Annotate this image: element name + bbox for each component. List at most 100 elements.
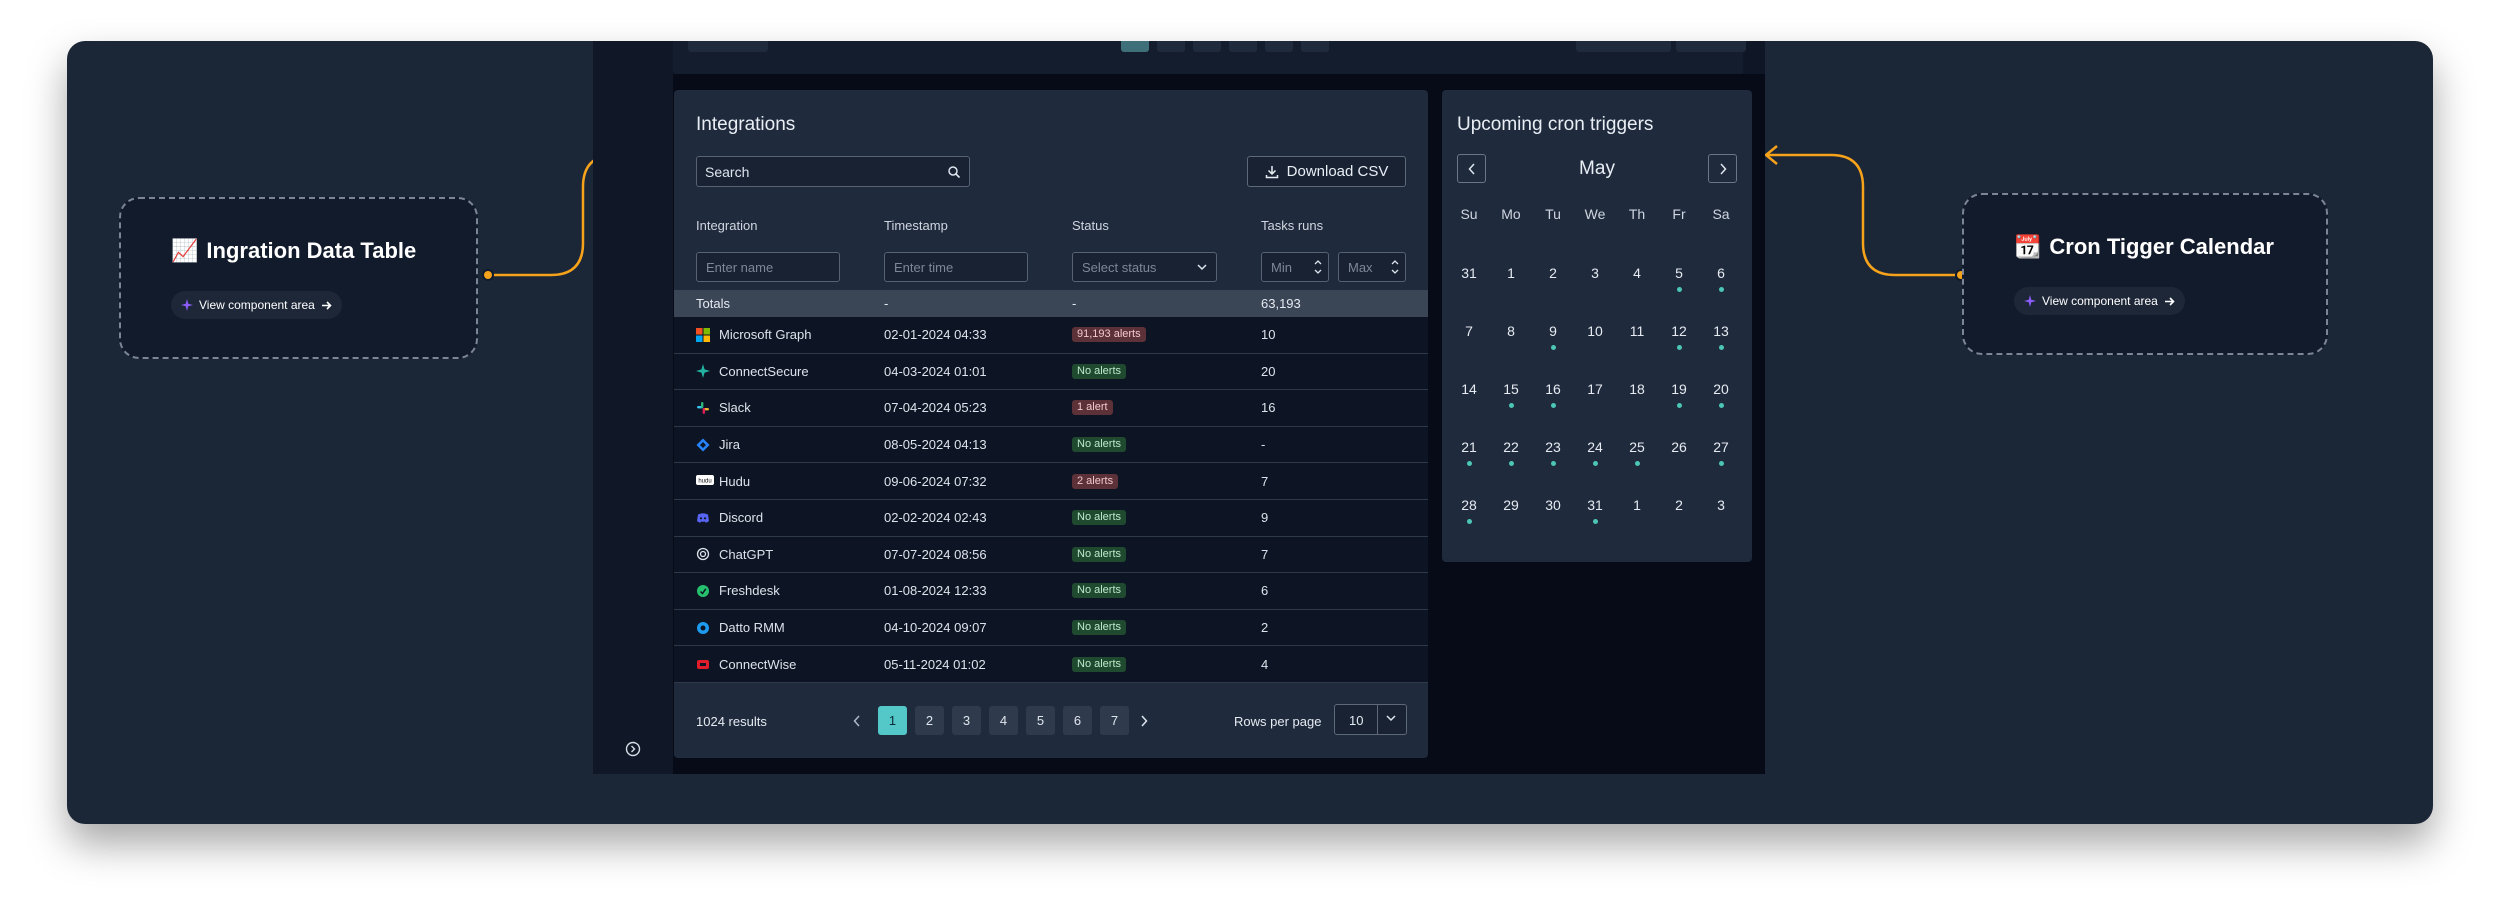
search-input[interactable] bbox=[697, 157, 937, 186]
calendar-day[interactable]: 3 bbox=[1700, 491, 1742, 531]
table-row[interactable]: Datto RMM 04-10-2024 09:07 No alerts 2 bbox=[674, 609, 1428, 647]
stepper-icon[interactable] bbox=[1389, 256, 1401, 278]
status-cell: 2 alerts bbox=[1072, 463, 1119, 499]
view-component-area-link[interactable]: View component area bbox=[2014, 287, 2185, 315]
stepper-icon[interactable] bbox=[1312, 256, 1324, 278]
column-header-timestamp[interactable]: Timestamp bbox=[884, 218, 948, 233]
cron-trigger-dot bbox=[1677, 403, 1682, 408]
column-header-integration[interactable]: Integration bbox=[696, 218, 757, 233]
next-page-button[interactable] bbox=[1134, 706, 1154, 735]
min-runs-filter[interactable] bbox=[1261, 252, 1329, 282]
time-filter[interactable] bbox=[884, 252, 1028, 282]
calendar-day-number: 29 bbox=[1503, 497, 1519, 513]
page-6-button[interactable]: 6 bbox=[1063, 706, 1092, 735]
search-field[interactable] bbox=[696, 156, 970, 187]
collapse-rail-button[interactable] bbox=[620, 736, 646, 762]
column-header-tasks-runs[interactable]: Tasks runs bbox=[1261, 218, 1323, 233]
calendar-day[interactable]: 3 bbox=[1574, 259, 1616, 299]
status-select[interactable]: Select status bbox=[1072, 252, 1217, 282]
calendar-day[interactable]: 2 bbox=[1658, 491, 1700, 531]
view-component-area-link[interactable]: View component area bbox=[171, 291, 342, 319]
table-row[interactable]: hudu Hudu 09-06-2024 07:32 2 alerts 7 bbox=[674, 463, 1428, 500]
calendar-day[interactable]: 20 bbox=[1700, 375, 1742, 415]
calendar-day-number: 31 bbox=[1461, 265, 1477, 281]
tasks-runs-cell: 10 bbox=[1261, 327, 1276, 343]
status-badge: No alerts bbox=[1072, 510, 1127, 526]
calendar-day[interactable]: 14 bbox=[1448, 375, 1490, 415]
calendar-day[interactable]: 8 bbox=[1490, 317, 1532, 357]
cron-trigger-dot bbox=[1551, 403, 1556, 408]
calendar-day[interactable]: 7 bbox=[1448, 317, 1490, 357]
time-filter-input[interactable] bbox=[885, 253, 1027, 281]
calendar-day[interactable]: 9 bbox=[1532, 317, 1574, 357]
calendar-day[interactable]: 17 bbox=[1574, 375, 1616, 415]
table-row[interactable]: ConnectSecure 04-03-2024 01:01 No alerts 20 bbox=[674, 353, 1428, 391]
calendar-day[interactable]: 31 bbox=[1448, 259, 1490, 299]
previous-page-button[interactable] bbox=[847, 706, 867, 735]
calendar-day[interactable]: 12 bbox=[1658, 317, 1700, 357]
cron-calendar-panel: Upcoming cron triggers May Su Mo Tu We Th Fr S… bbox=[1442, 90, 1752, 562]
calendar-day[interactable]: 25 bbox=[1616, 433, 1658, 473]
table-row[interactable]: ConnectWise 05-11-2024 01:02 No alerts 4 bbox=[674, 646, 1428, 683]
calendar-day[interactable]: 23 bbox=[1532, 433, 1574, 473]
calendar-day[interactable]: 31 bbox=[1574, 491, 1616, 531]
cron-trigger-dot bbox=[1719, 461, 1724, 466]
page-1-button[interactable]: 1 bbox=[878, 706, 907, 735]
calendar-day[interactable]: 1 bbox=[1490, 259, 1532, 299]
calendar-day[interactable]: 26 bbox=[1658, 433, 1700, 473]
cron-trigger-dot bbox=[1677, 287, 1682, 292]
calendar-day[interactable]: 28 bbox=[1448, 491, 1490, 531]
calendar-day[interactable]: 16 bbox=[1532, 375, 1574, 415]
cron-trigger-dot bbox=[1635, 461, 1640, 466]
cron-trigger-dot bbox=[1509, 461, 1514, 466]
max-runs-input[interactable] bbox=[1339, 253, 1389, 281]
timestamp-cell: 09-06-2024 07:32 bbox=[884, 473, 987, 489]
calendar-day[interactable]: 13 bbox=[1700, 317, 1742, 357]
max-runs-filter[interactable] bbox=[1338, 252, 1406, 282]
next-month-button[interactable] bbox=[1708, 154, 1737, 183]
calendar-day[interactable]: 27 bbox=[1700, 433, 1742, 473]
calendar-day-number: 23 bbox=[1545, 439, 1561, 455]
calendar-day[interactable]: 22 bbox=[1490, 433, 1532, 473]
page-4-button[interactable]: 4 bbox=[989, 706, 1018, 735]
timestamp-cell: 07-04-2024 05:23 bbox=[884, 400, 987, 416]
totals-status: - bbox=[1072, 296, 1077, 311]
calendar-day[interactable]: 2 bbox=[1532, 259, 1574, 299]
calendar-day[interactable]: 24 bbox=[1574, 433, 1616, 473]
table-row[interactable]: Jira 08-05-2024 04:13 No alerts - bbox=[674, 426, 1428, 464]
calendar-day[interactable]: 19 bbox=[1658, 375, 1700, 415]
integration-name: Hudu bbox=[719, 473, 751, 489]
calendar-day[interactable]: 21 bbox=[1448, 433, 1490, 473]
table-row[interactable]: Slack 07-04-2024 05:23 1 alert 16 bbox=[674, 390, 1428, 427]
calendar-day[interactable]: 18 bbox=[1616, 375, 1658, 415]
calendar-day[interactable]: 4 bbox=[1616, 259, 1658, 299]
calendar-day[interactable]: 30 bbox=[1532, 491, 1574, 531]
calendar-day[interactable]: 5 bbox=[1658, 259, 1700, 299]
name-filter-input[interactable] bbox=[697, 253, 839, 281]
name-filter[interactable] bbox=[696, 252, 840, 282]
table-row[interactable]: ChatGPT 07-07-2024 08:56 No alerts 7 bbox=[674, 536, 1428, 574]
status-badge: No alerts bbox=[1072, 656, 1127, 672]
calendar-day-number: 7 bbox=[1465, 323, 1473, 339]
page-3-button[interactable]: 3 bbox=[952, 706, 981, 735]
min-runs-input[interactable] bbox=[1262, 253, 1312, 281]
page-5-button[interactable]: 5 bbox=[1026, 706, 1055, 735]
calendar-day[interactable]: 6 bbox=[1700, 259, 1742, 299]
table-row[interactable]: Microsoft Graph 02-01-2024 04:33 91,193 al… bbox=[674, 317, 1428, 354]
download-csv-button[interactable]: Download CSV bbox=[1247, 156, 1406, 187]
calendar-day[interactable]: 11 bbox=[1616, 317, 1658, 357]
calendar-day-number: 21 bbox=[1461, 439, 1477, 455]
calendar-day[interactable]: 15 bbox=[1490, 375, 1532, 415]
page-2-button[interactable]: 2 bbox=[915, 706, 944, 735]
column-header-status[interactable]: Status bbox=[1072, 218, 1109, 233]
table-row[interactable]: Discord 02-02-2024 02:43 No alerts 9 bbox=[674, 499, 1428, 537]
calendar-day[interactable]: 29 bbox=[1490, 491, 1532, 531]
table-row[interactable]: Freshdesk 01-08-2024 12:33 No alerts 6 bbox=[674, 573, 1428, 610]
rows-per-page-select[interactable]: 10 bbox=[1334, 704, 1407, 735]
table-footer: 1024 results 1234567 Rows per page 10 bbox=[674, 685, 1428, 758]
timestamp-cell: 07-07-2024 08:56 bbox=[884, 546, 987, 562]
calendar-day[interactable]: 10 bbox=[1574, 317, 1616, 357]
cron-trigger-dot bbox=[1593, 461, 1598, 466]
page-7-button[interactable]: 7 bbox=[1100, 706, 1129, 735]
calendar-day[interactable]: 1 bbox=[1616, 491, 1658, 531]
